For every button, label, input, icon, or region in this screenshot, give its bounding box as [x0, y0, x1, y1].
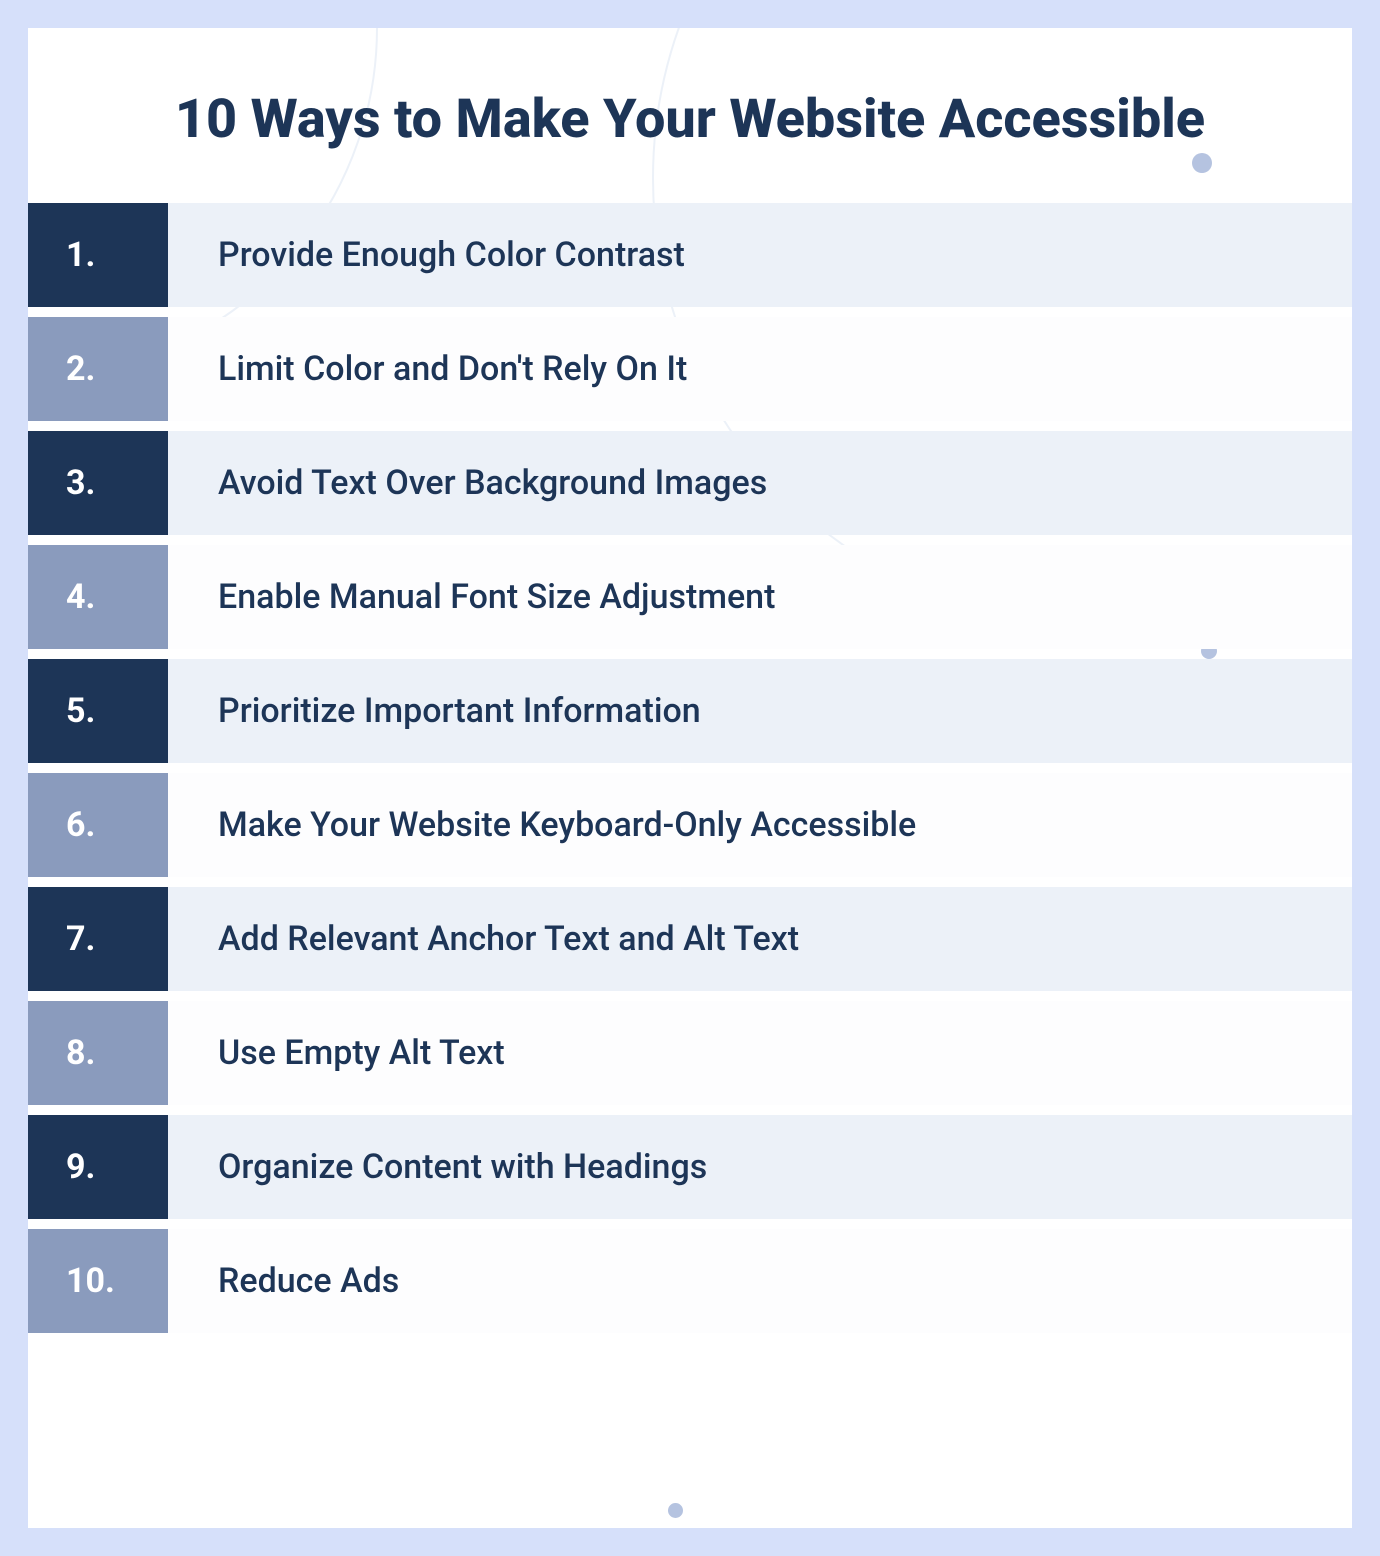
- list-item: 5. Prioritize Important Information: [28, 659, 1352, 763]
- item-text: Limit Color and Don't Rely On It: [168, 317, 1352, 421]
- item-number: 6.: [28, 773, 168, 877]
- item-text: Use Empty Alt Text: [168, 1001, 1352, 1105]
- list-item: 8. Use Empty Alt Text: [28, 1001, 1352, 1105]
- item-text: Add Relevant Anchor Text and Alt Text: [168, 887, 1352, 991]
- list-item: 6. Make Your Website Keyboard-Only Acces…: [28, 773, 1352, 877]
- accessibility-list: 1. Provide Enough Color Contrast 2. Limi…: [28, 203, 1352, 1333]
- item-text: Make Your Website Keyboard-Only Accessib…: [168, 773, 1352, 877]
- item-number: 8.: [28, 1001, 168, 1105]
- list-item: 2. Limit Color and Don't Rely On It: [28, 317, 1352, 421]
- list-item: 1. Provide Enough Color Contrast: [28, 203, 1352, 307]
- item-text: Enable Manual Font Size Adjustment: [168, 545, 1352, 649]
- item-text: Reduce Ads: [168, 1229, 1352, 1333]
- item-number: 7.: [28, 887, 168, 991]
- item-text: Organize Content with Headings: [168, 1115, 1352, 1219]
- list-item: 9. Organize Content with Headings: [28, 1115, 1352, 1219]
- decorative-dot: [668, 1503, 683, 1518]
- item-number: 9.: [28, 1115, 168, 1219]
- list-item: 3. Avoid Text Over Background Images: [28, 431, 1352, 535]
- page-title: 10 Ways to Make Your Website Accessible: [68, 88, 1312, 153]
- item-number: 3.: [28, 431, 168, 535]
- item-number: 5.: [28, 659, 168, 763]
- item-text: Provide Enough Color Contrast: [168, 203, 1352, 307]
- item-number: 4.: [28, 545, 168, 649]
- list-item: 7. Add Relevant Anchor Text and Alt Text: [28, 887, 1352, 991]
- item-text: Prioritize Important Information: [168, 659, 1352, 763]
- header: 10 Ways to Make Your Website Accessible: [28, 28, 1352, 203]
- item-number: 2.: [28, 317, 168, 421]
- infographic-card: 10 Ways to Make Your Website Accessible …: [28, 28, 1352, 1528]
- item-text: Avoid Text Over Background Images: [168, 431, 1352, 535]
- list-item: 10. Reduce Ads: [28, 1229, 1352, 1333]
- item-number: 10.: [28, 1229, 168, 1333]
- item-number: 1.: [28, 203, 168, 307]
- list-item: 4. Enable Manual Font Size Adjustment: [28, 545, 1352, 649]
